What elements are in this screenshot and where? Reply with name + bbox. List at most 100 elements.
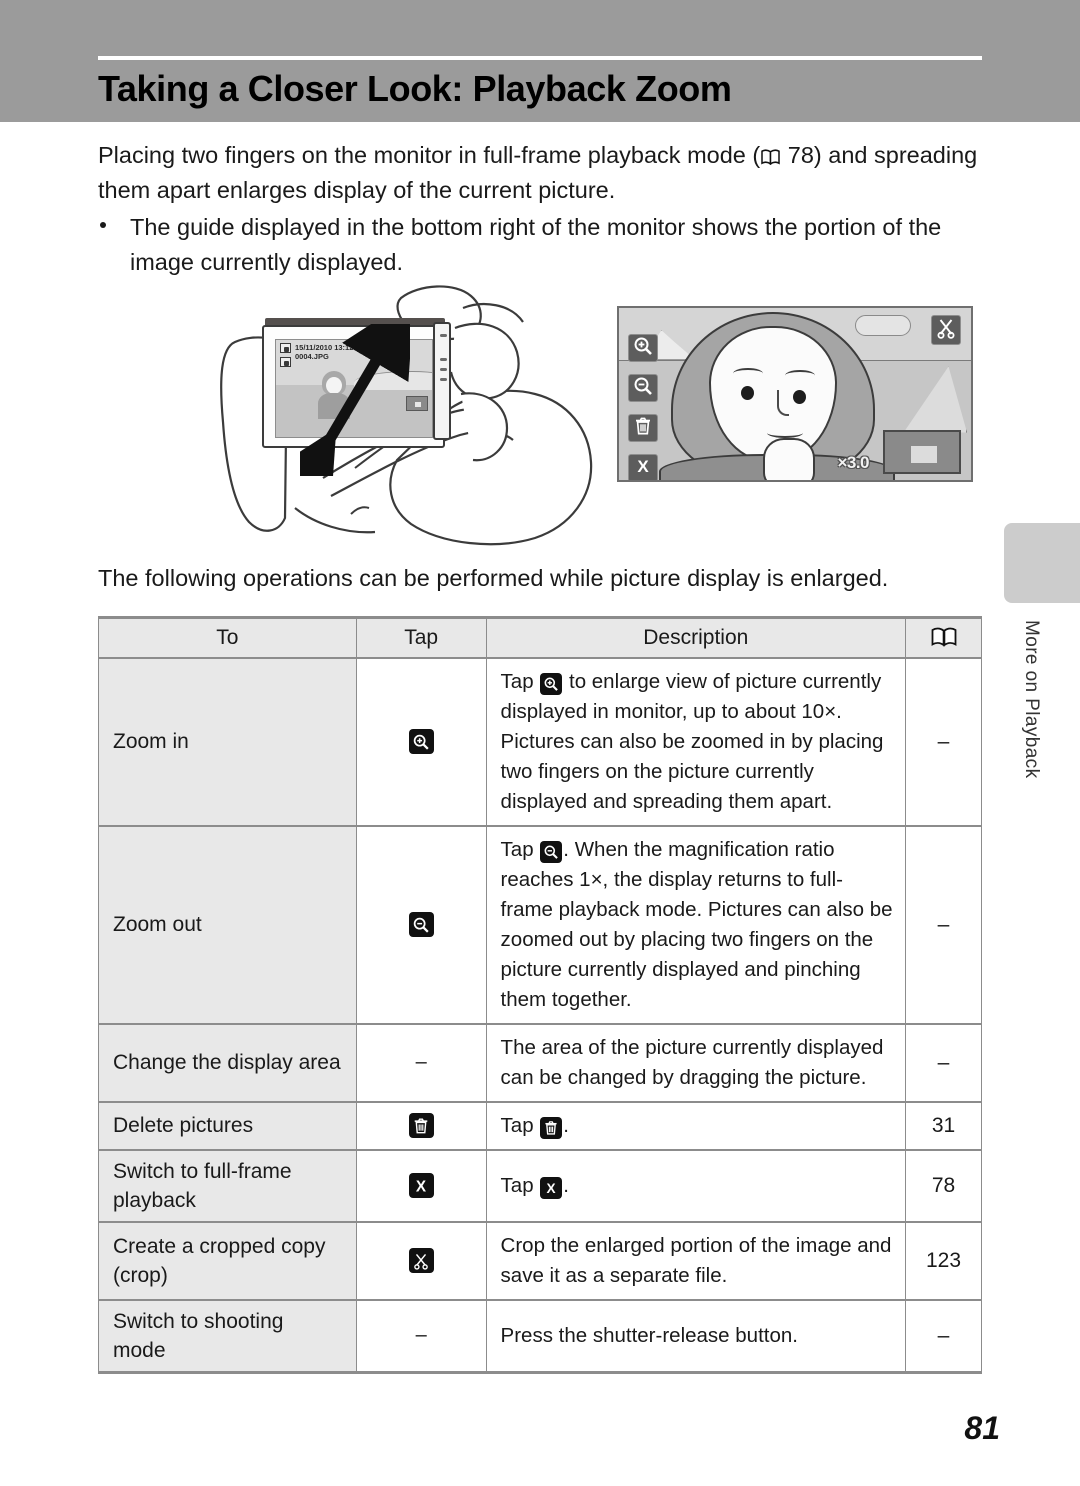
zoom-out-icon [633, 376, 653, 401]
row-label: Create a cropped copy (crop) [98, 1221, 357, 1301]
bullet-dot-icon [100, 222, 106, 228]
monitor-close-button[interactable]: X [628, 454, 658, 481]
row-description: Tap to enlarge view of picture currently… [485, 657, 907, 827]
header-rule [98, 56, 982, 60]
delete-icon [633, 416, 653, 441]
portrait-eye-left [741, 386, 754, 400]
desc-prefix: Tap [500, 1113, 540, 1137]
row-reference: 123 [905, 1221, 982, 1301]
zoom-out-icon [540, 840, 563, 863]
column-header-description: Description [485, 616, 907, 659]
row-label: Change the display area [98, 1023, 357, 1103]
navigation-guide-highlight [911, 446, 937, 463]
row-description: Tap . When the magnification ratio reach… [485, 825, 907, 1025]
operations-intro-text: The following operations can be performe… [98, 565, 889, 591]
row-tap-cell [355, 657, 487, 827]
book-icon [931, 626, 957, 649]
camera-side-panel [433, 322, 451, 440]
row-reference: 78 [905, 1149, 982, 1223]
column-header-tap: Tap [355, 616, 487, 659]
row-description: Press the shutter-release button. [485, 1299, 907, 1374]
table-row: Switch to full-frame playback X Tap X. 7… [98, 1149, 982, 1223]
row-tap-cell: – [355, 1299, 487, 1374]
intro-text-part1: Placing two fingers on the monitor in fu… [98, 142, 761, 168]
table-header-row: To Tap Description [98, 616, 982, 659]
desc-suffix: . [563, 1113, 569, 1137]
page-title: Taking a Closer Look: Playback Zoom [98, 68, 732, 109]
section-thumb-label: More on Playback [1021, 620, 1042, 779]
book-icon [761, 149, 780, 165]
portrait-brow-right [785, 370, 815, 381]
table-row: Delete pictures Tap . 31 [98, 1101, 982, 1151]
column-header-reference [905, 616, 982, 659]
delete-icon[interactable] [408, 1113, 434, 1139]
desc-suffix: . [563, 1173, 569, 1197]
row-label: Zoom out [98, 825, 357, 1025]
zoom-in-icon[interactable] [408, 729, 434, 755]
monitor-zoom-out-button[interactable] [628, 374, 658, 402]
zoom-in-icon [540, 672, 563, 695]
close-icon[interactable]: X [408, 1173, 434, 1199]
intro-page-ref: 78 [787, 142, 814, 168]
desc-suffix: . When the magnification ratio reaches 1… [500, 837, 893, 1011]
desc-prefix: Tap [500, 837, 540, 861]
row-reference: – [905, 657, 982, 827]
hand-holding-camera-illustration: 15/11/2010 13:12 0004.JPG [205, 282, 600, 554]
table-row: Switch to shooting mode – Press the shut… [98, 1299, 982, 1374]
operations-table: To Tap Description Zoom in Tap to enlarg… [98, 616, 982, 1374]
portrait-mouth [767, 428, 803, 438]
close-icon: X [633, 456, 653, 481]
zoom-out-icon[interactable] [408, 912, 434, 938]
portrait-nose [777, 390, 789, 416]
table-row: Create a cropped copy (crop) Crop the en… [98, 1221, 982, 1301]
monitor-crop-button[interactable] [931, 315, 961, 345]
zoom-in-icon [633, 336, 653, 361]
svg-text:X: X [547, 1180, 556, 1195]
row-label: Switch to shooting mode [98, 1299, 357, 1374]
row-tap-cell [355, 825, 487, 1025]
svg-text:X: X [416, 1178, 427, 1195]
row-reference: – [905, 825, 982, 1025]
navigation-guide-box [883, 430, 961, 474]
row-tap-cell: X [355, 1149, 487, 1223]
illustration-figure: 15/11/2010 13:12 0004.JPG X ×3.0 [0, 282, 1080, 684]
table-row: Change the display area – The area of th… [98, 1023, 982, 1103]
table-row: Zoom in Tap to enlarge view of picture c… [98, 657, 982, 827]
table-row: Zoom out Tap . When the magnification ra… [98, 825, 982, 1025]
row-reference: 31 [905, 1101, 982, 1151]
section-thumb-tab [1004, 523, 1080, 603]
svg-text:X: X [637, 457, 649, 476]
delete-icon [540, 1116, 563, 1139]
magnification-ratio-label: ×3.0 [837, 453, 869, 472]
column-header-to: To [98, 616, 357, 659]
row-tap-cell: – [355, 1023, 487, 1103]
lcd-mode-icon [280, 357, 291, 367]
monitor-delete-button[interactable] [628, 414, 658, 442]
row-label: Zoom in [98, 657, 357, 827]
row-tap-cell [355, 1101, 487, 1151]
intro-paragraph: Placing two fingers on the monitor in fu… [98, 138, 978, 208]
monitor-preview: X ×3.0 [617, 306, 973, 482]
desc-prefix: Tap [500, 1173, 540, 1197]
row-reference: – [905, 1299, 982, 1374]
row-description: Tap X. [485, 1149, 907, 1223]
row-description: Tap . [485, 1101, 907, 1151]
desc-prefix: Tap [500, 669, 540, 693]
portrait-hand [763, 438, 815, 480]
row-description: The area of the picture currently displa… [485, 1023, 907, 1103]
row-label: Switch to full-frame playback [98, 1149, 357, 1223]
portrait-eye-right [793, 390, 806, 404]
intro-bullet-text: The guide displayed in the bottom right … [130, 214, 942, 275]
page-number: 81 [964, 1410, 1000, 1446]
row-reference: – [905, 1023, 982, 1103]
crop-scissors-icon [935, 317, 957, 344]
crop-scissors-icon[interactable] [408, 1248, 434, 1274]
intro-bullet-item: The guide displayed in the bottom right … [98, 210, 982, 280]
close-icon: X [540, 1176, 563, 1199]
row-tap-cell [355, 1221, 487, 1301]
monitor-zoom-in-button[interactable] [628, 334, 658, 362]
lcd-protect-icon [280, 343, 291, 353]
portrait-brow-left [733, 368, 763, 379]
row-description: Crop the enlarged portion of the image a… [485, 1221, 907, 1301]
row-label: Delete pictures [98, 1101, 357, 1151]
